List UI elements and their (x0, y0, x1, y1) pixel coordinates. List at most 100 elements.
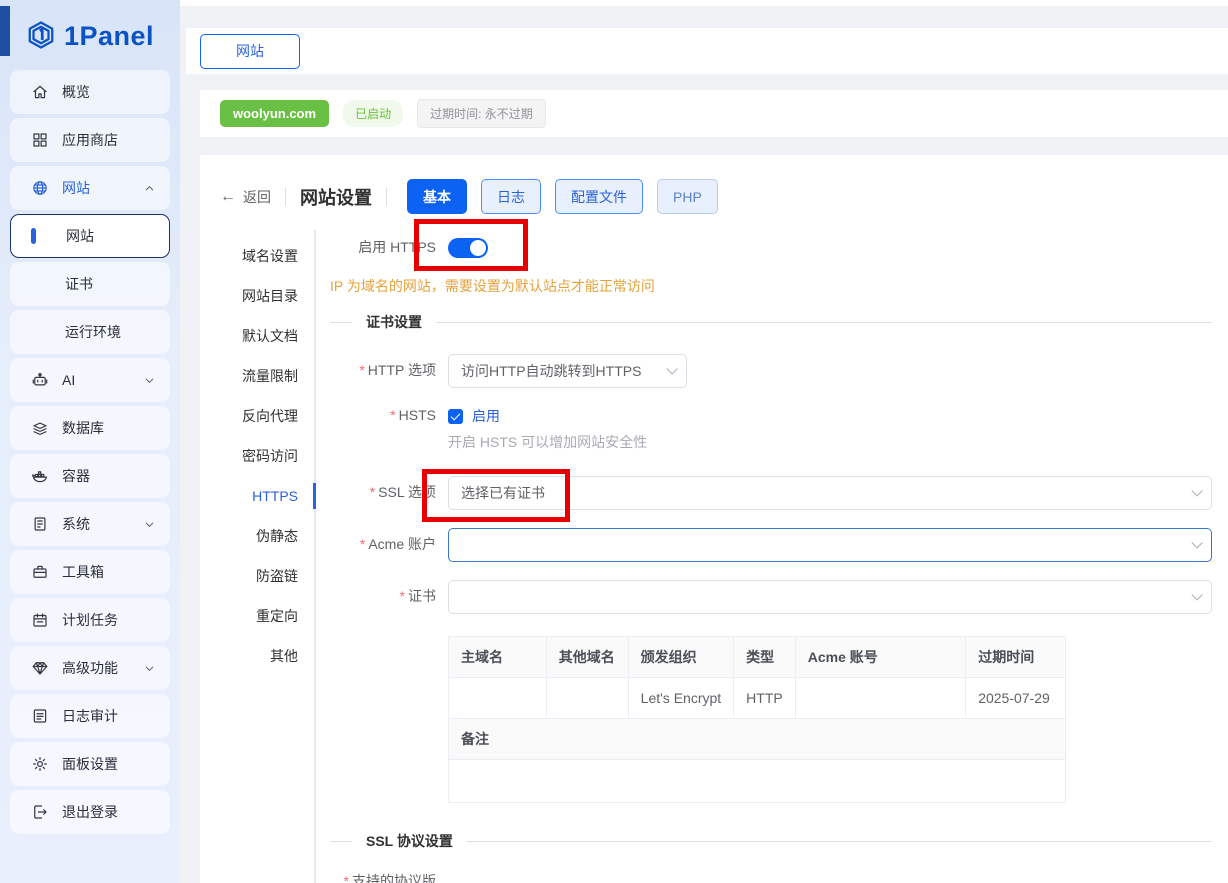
tab-php[interactable]: PHP (657, 179, 718, 214)
sidebar-item-runtime[interactable]: 运行环境 (10, 310, 170, 354)
divider (285, 188, 286, 206)
sidebar-item-label: 退出登录 (62, 802, 118, 822)
sidebar-item-label: 面板设置 (62, 754, 118, 774)
tab-basic[interactable]: 基本 (407, 179, 467, 214)
sidebar-item-website-group[interactable]: 网站 (10, 166, 170, 210)
sidebar-item-toolbox[interactable]: 工具箱 (10, 550, 170, 594)
https-toggle[interactable] (448, 238, 488, 258)
subnav-item-password-access[interactable]: 密码访问 (220, 436, 314, 476)
sidebar-item-overview[interactable]: 概览 (10, 70, 170, 114)
cell-other-domains (546, 678, 628, 719)
sidebar-item-advanced[interactable]: 高级功能 (10, 646, 170, 690)
back-label: 返回 (243, 187, 271, 207)
sidebar-item-ai[interactable]: AI (10, 358, 170, 402)
hsts-checkbox-label[interactable]: 启用 (472, 406, 500, 426)
ssl-protocol-divider: SSL 协议设置 (330, 831, 1212, 851)
site-header-bar: woolyun.com 已启动 过期时间: 永不过期 (200, 90, 1228, 137)
acme-account-select[interactable] (448, 528, 1212, 562)
grid-icon (30, 130, 50, 150)
subnav-item-domain[interactable]: 域名设置 (220, 236, 314, 276)
required-asterisk: * (359, 362, 364, 378)
chevron-down-icon (143, 518, 156, 531)
spacer (180, 74, 1228, 90)
cell-type: HTTP (734, 678, 796, 719)
settings-card: ← 返回 网站设置 基本 日志 配置文件 PHP 域名设置 网站目录 默认文档 (200, 155, 1228, 883)
sidebar-item-label: 应用商店 (62, 130, 118, 150)
sidebar-item-website[interactable]: 网站 (10, 214, 170, 258)
tab-website[interactable]: 网站 (200, 34, 300, 69)
subnav-item-rewrite[interactable]: 伪静态 (220, 516, 314, 556)
sidebar: 1Panel 概览 应用商店 网站 网站 证书 (0, 0, 180, 883)
sidebar-item-label: 网站 (66, 226, 94, 246)
page-title: 网站设置 (300, 184, 372, 210)
briefcase-icon (30, 562, 50, 582)
corner-decoration (0, 6, 10, 56)
https-form: 启用 HTTPS IP 为域名的网站，需要设置为默认站点才能正常访问 证书设置 … (316, 230, 1212, 883)
required-asterisk: * (360, 536, 365, 552)
http-option-select[interactable]: 访问HTTP自动跳转到HTTPS (448, 354, 687, 388)
col-type: 类型 (734, 637, 796, 678)
subnav-item-hotlink[interactable]: 防盗链 (220, 556, 314, 596)
sidebar-item-logs[interactable]: 日志审计 (10, 694, 170, 738)
subnav-item-other[interactable]: 其他 (220, 636, 314, 676)
subnav-item-site-dir[interactable]: 网站目录 (220, 276, 314, 316)
sidebar-item-database[interactable]: 数据库 (10, 406, 170, 450)
spacer (180, 6, 1228, 28)
table-header-row: 主域名 其他域名 颁发组织 类型 Acme 账号 过期时间 (449, 637, 1066, 678)
back-button[interactable]: ← 返回 (220, 187, 271, 207)
note-value (449, 760, 1066, 803)
certificate-table: 主域名 其他域名 颁发组织 类型 Acme 账号 过期时间 (448, 636, 1066, 803)
sidebar-item-certificate[interactable]: 证书 (10, 262, 170, 306)
domain-badge[interactable]: woolyun.com (220, 100, 329, 127)
col-expire: 过期时间 (966, 637, 1066, 678)
cert-select[interactable] (448, 580, 1212, 614)
sidebar-item-label: 网站 (62, 178, 90, 198)
subnav-item-default-doc[interactable]: 默认文档 (220, 316, 314, 356)
sidebar-item-cron[interactable]: 计划任务 (10, 598, 170, 642)
sidebar-item-label: 数据库 (62, 418, 104, 438)
app-root: 1Panel 概览 应用商店 网站 网站 证书 (0, 0, 1228, 883)
settings-body: 域名设置 网站目录 默认文档 流量限制 反向代理 密码访问 HTTPS 伪静态 … (220, 230, 1212, 883)
main-area: 网站 woolyun.com 已启动 过期时间: 永不过期 ← 返回 网站设置 … (180, 0, 1228, 883)
ssl-option-select[interactable]: 选择已有证书 (448, 476, 1212, 510)
brand-logo[interactable]: 1Panel (0, 0, 180, 66)
hsts-checkbox[interactable] (448, 409, 463, 424)
subnav-item-https[interactable]: HTTPS (220, 476, 314, 516)
tab-config-file[interactable]: 配置文件 (555, 179, 643, 214)
sidebar-item-logout[interactable]: 退出登录 (10, 790, 170, 834)
chevron-up-icon (143, 182, 156, 195)
required-asterisk: * (370, 484, 375, 500)
logout-icon (30, 802, 50, 822)
tab-log[interactable]: 日志 (481, 179, 541, 214)
protocol-versions-label: *支持的协议版本 (330, 873, 436, 883)
expire-badge: 过期时间: 永不过期 (417, 99, 546, 128)
robot-icon (30, 370, 50, 390)
http-option-value: 访问HTTP自动跳转到HTTPS (461, 361, 641, 381)
ssl-protocol-title: SSL 协议设置 (352, 831, 467, 851)
subnav-item-redirect[interactable]: 重定向 (220, 596, 314, 636)
1panel-logo-icon (26, 20, 56, 53)
hsts-help-text: 开启 HSTS 可以增加网站安全性 (448, 432, 1212, 452)
cell-expire: 2025-07-29 (966, 678, 1066, 719)
chevron-down-icon (143, 374, 156, 387)
col-acme-account: Acme 账号 (795, 637, 965, 678)
sidebar-item-container[interactable]: 容器 (10, 454, 170, 498)
sidebar-item-label: 工具箱 (62, 562, 104, 582)
sidebar-item-system[interactable]: 系统 (10, 502, 170, 546)
ssl-option-value: 选择已有证书 (461, 483, 545, 503)
sidebar-item-appstore[interactable]: 应用商店 (10, 118, 170, 162)
sidebar-item-label: 容器 (62, 466, 90, 486)
cell-issuer: Let's Encrypt (628, 678, 734, 719)
subnav-item-traffic-limit[interactable]: 流量限制 (220, 356, 314, 396)
sidebar-item-panel-settings[interactable]: 面板设置 (10, 742, 170, 786)
required-asterisk: * (344, 873, 349, 883)
spacer (180, 137, 1228, 155)
globe-icon (30, 178, 50, 198)
back-arrow-icon: ← (220, 188, 236, 206)
page-tabbar: 网站 (186, 28, 1228, 74)
sidebar-item-label: 系统 (62, 514, 90, 534)
hsts-label: *HSTS (330, 407, 436, 425)
cert-section-title: 证书设置 (352, 312, 436, 332)
subnav-item-reverse-proxy[interactable]: 反向代理 (220, 396, 314, 436)
note-header: 备注 (449, 719, 1066, 760)
